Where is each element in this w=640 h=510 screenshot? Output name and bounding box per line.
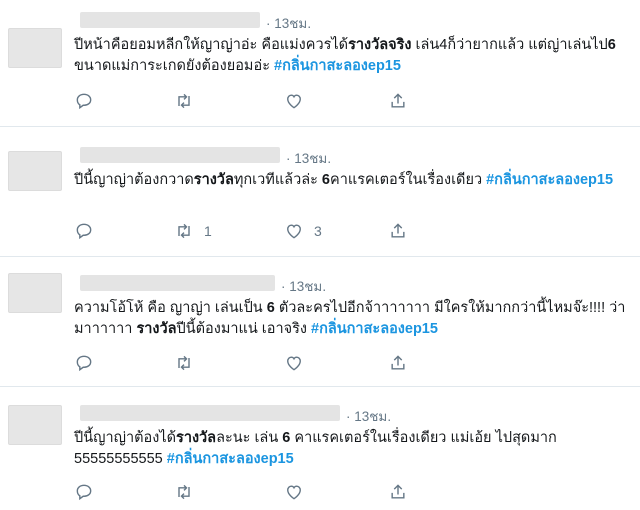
highlighted-keyword: 6 bbox=[321, 172, 330, 188]
tweet-text: ความโอ้โห้ คือ ญาญ่า เล่นเป็น 6 ตัวละครไ… bbox=[74, 298, 634, 340]
share-icon bbox=[391, 484, 405, 499]
retweet-button[interactable] bbox=[174, 481, 204, 503]
share-button[interactable] bbox=[388, 90, 408, 112]
retweet-icon bbox=[178, 93, 190, 109]
tweet-item[interactable]: · 13ชม. ปีนี้ญาญ่าต้องกวาดรางวัลทุกเวทีแ… bbox=[0, 127, 640, 257]
tweet-actions bbox=[74, 352, 494, 376]
tweet-actions bbox=[74, 481, 494, 505]
tweet-actions: 1 3 bbox=[74, 220, 494, 244]
retweet-button[interactable] bbox=[174, 90, 204, 112]
avatar[interactable] bbox=[8, 151, 62, 191]
reply-button[interactable] bbox=[74, 481, 104, 503]
avatar[interactable] bbox=[8, 405, 62, 445]
tweet-text-segment: ขนาดแม่การะเกดยังต้องยอมอ่ะ bbox=[74, 58, 275, 74]
tweet-text-segment: ปีนี้ญาญ่าต้องกวาด bbox=[74, 172, 194, 188]
like-button[interactable] bbox=[284, 481, 314, 503]
tweet-item[interactable]: · 13ชม. ปีหน้าคือยอมหลีกให้ญาญ่าอ่ะ คือแ… bbox=[0, 0, 640, 127]
highlighted-keyword: รางวัล bbox=[176, 430, 217, 446]
share-button[interactable] bbox=[388, 481, 408, 503]
author-name-redacted bbox=[80, 147, 280, 163]
timestamp[interactable]: · 13ชม. bbox=[346, 405, 391, 427]
hashtag-link[interactable]: #กลิ่นกาสะลองep15 bbox=[486, 172, 613, 188]
author-name-redacted bbox=[80, 12, 260, 28]
timestamp[interactable]: · 13ชม. bbox=[286, 147, 331, 169]
reply-button[interactable] bbox=[74, 352, 104, 374]
share-button[interactable] bbox=[388, 220, 408, 242]
highlighted-keyword: รางวัลจริง bbox=[348, 37, 412, 53]
avatar[interactable] bbox=[8, 273, 62, 313]
reply-icon bbox=[76, 93, 92, 110]
tweet-text-segment: ละนะ เล่น bbox=[216, 430, 283, 446]
retweet-icon bbox=[178, 223, 190, 239]
timestamp[interactable]: · 13ชม. bbox=[281, 275, 326, 297]
like-button[interactable]: 3 bbox=[284, 220, 322, 242]
tweet-item[interactable]: · 13ชม. ความโอ้โห้ คือ ญาญ่า เล่นเป็น 6 … bbox=[0, 257, 640, 387]
highlighted-keyword: รางวัล bbox=[193, 172, 234, 188]
reply-icon bbox=[76, 223, 92, 240]
author-name-redacted bbox=[80, 275, 275, 291]
reply-icon bbox=[76, 484, 92, 501]
timestamp[interactable]: · 13ชม. bbox=[266, 12, 311, 34]
heart-icon bbox=[287, 224, 301, 239]
share-icon bbox=[391, 223, 405, 238]
tweet-text: ปีนี้ญาญ่าต้องได้รางวัลละนะ เล่น 6 คาแรค… bbox=[74, 428, 614, 470]
reply-button[interactable] bbox=[74, 220, 104, 242]
tweet-text-segment: ปีนี้ญาญ่าต้องได้ bbox=[74, 430, 177, 446]
hashtag-link[interactable]: #กลิ่นกาสะลองep15 bbox=[274, 58, 401, 74]
tweet-text-segment: ปีหน้าคือยอมหลีกให้ญาญ่าอ่ะ คือแม่งควรได… bbox=[74, 37, 349, 53]
heart-icon bbox=[287, 94, 301, 109]
heart-icon bbox=[287, 356, 301, 371]
share-icon bbox=[391, 93, 405, 108]
retweet-button[interactable] bbox=[174, 352, 204, 374]
highlighted-keyword: 6 bbox=[266, 300, 275, 316]
tweet-text-segment: คาแรคเตอร์ในเรื่องเดียว bbox=[330, 172, 487, 188]
tweet-text: ปีนี้ญาญ่าต้องกวาดรางวัลทุกเวทีแล้วล่ะ 6… bbox=[74, 170, 614, 191]
tweet-item[interactable]: · 13ชม. ปีนี้ญาญ่าต้องได้รางวัลละนะ เล่น… bbox=[0, 387, 640, 510]
retweet-icon bbox=[178, 484, 190, 500]
retweet-icon bbox=[178, 355, 190, 371]
avatar[interactable] bbox=[8, 28, 62, 68]
like-button[interactable] bbox=[284, 352, 314, 374]
author-name-redacted bbox=[80, 405, 340, 421]
tweet-text: ปีหน้าคือยอมหลีกให้ญาญ่าอ่ะ คือแม่งควรได… bbox=[74, 35, 634, 77]
highlighted-keyword: 6 bbox=[607, 37, 616, 53]
tweet-text-segment: ปีนี้ต้องมาแน่ เอาจริง bbox=[176, 321, 312, 337]
highlighted-keyword: รางวัล bbox=[136, 321, 177, 337]
heart-icon bbox=[287, 485, 301, 500]
reply-icon bbox=[76, 355, 92, 372]
hashtag-link[interactable]: #กลิ่นกาสะลองep15 bbox=[167, 451, 294, 467]
tweet-text-segment: ความโอ้โห้ คือ ญาญ่า เล่นเป็น bbox=[74, 300, 267, 316]
reply-button[interactable] bbox=[74, 90, 104, 112]
tweet-text-segment: ทุกเวทีแล้วล่ะ bbox=[233, 172, 322, 188]
tweet-text-segment: เล่น4ก็ว่ายากแล้ว แต่ญ่าเล่นไป bbox=[411, 37, 608, 53]
like-button[interactable] bbox=[284, 90, 314, 112]
share-icon bbox=[391, 355, 405, 370]
tweet-actions bbox=[74, 90, 494, 114]
hashtag-link[interactable]: #กลิ่นกาสะลองep15 bbox=[311, 321, 438, 337]
share-button[interactable] bbox=[388, 352, 408, 374]
retweet-button[interactable]: 1 bbox=[174, 220, 212, 242]
